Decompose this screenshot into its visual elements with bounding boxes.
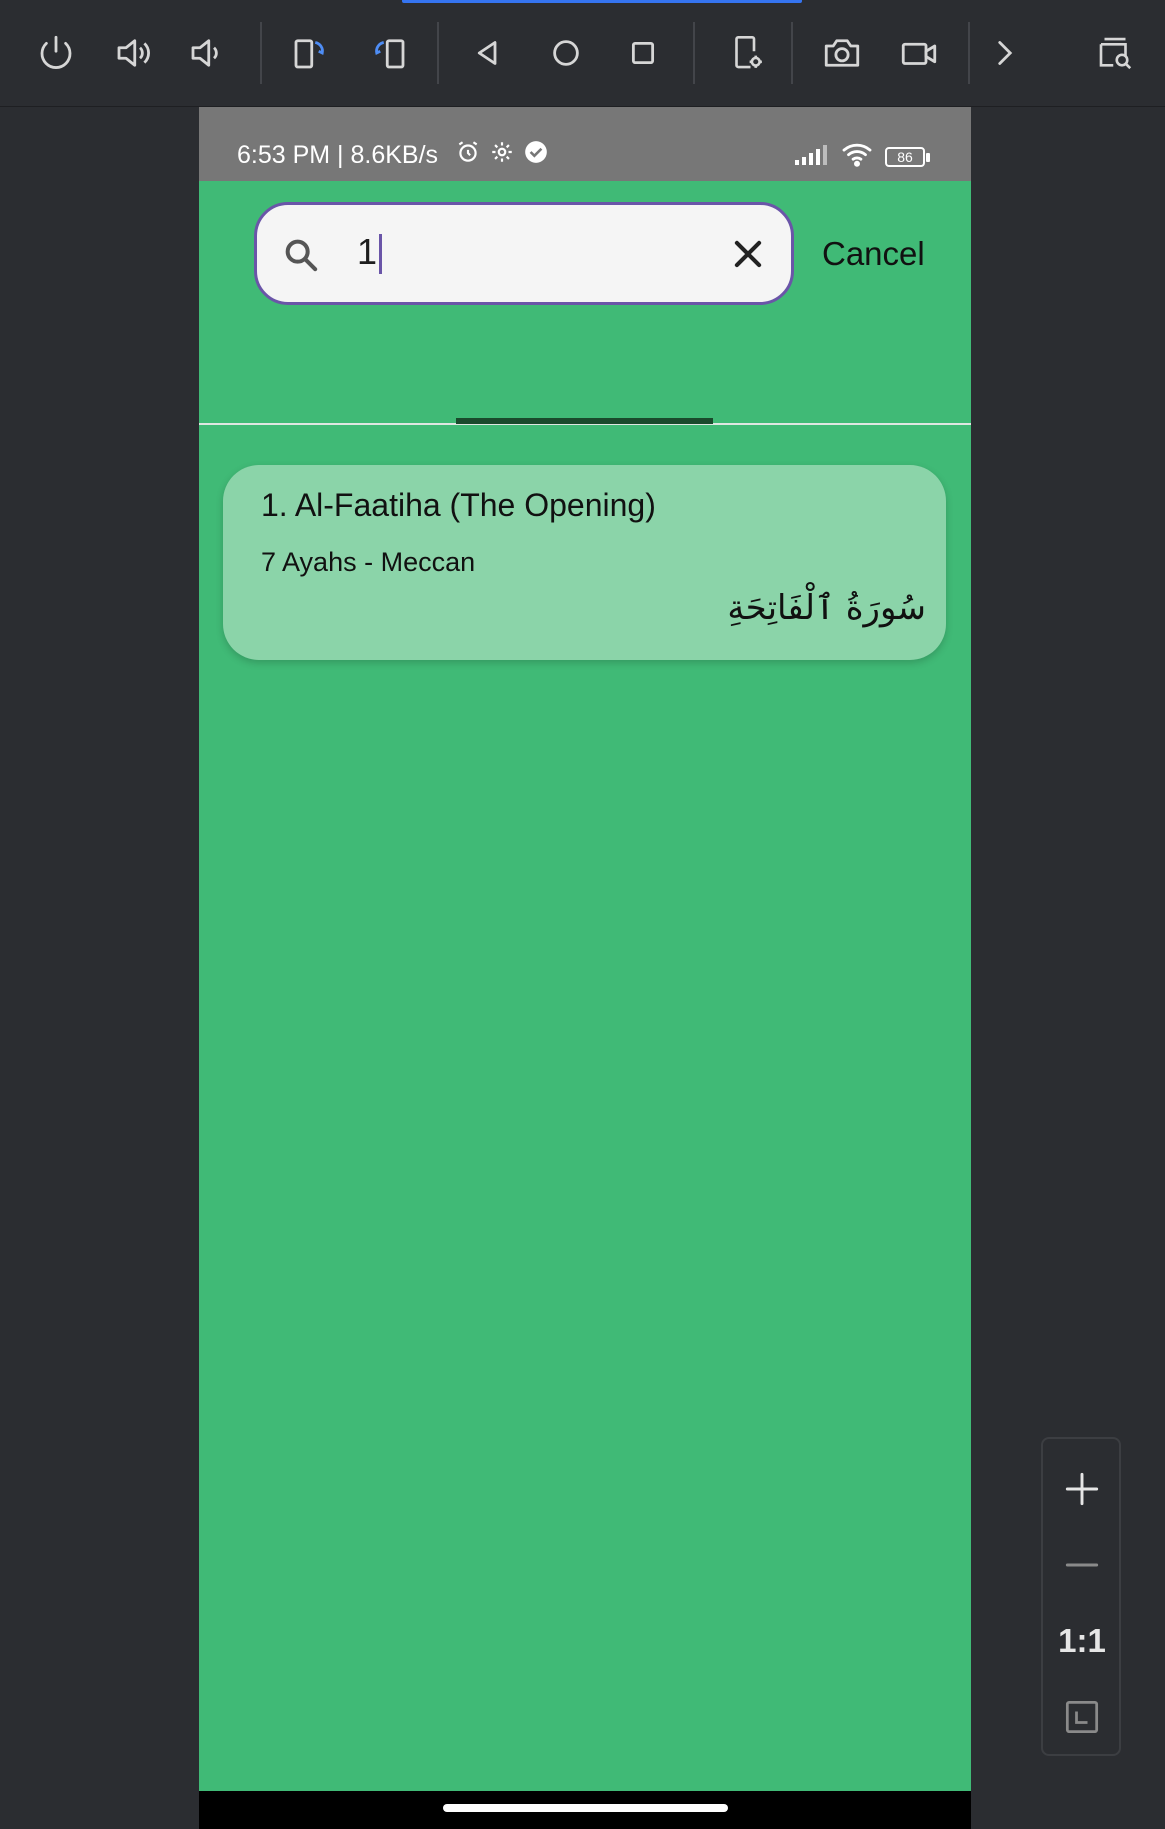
home-indicator[interactable] xyxy=(443,1804,728,1812)
device-screen: 6:53 PM | 8.6KB/s 86 1 Cancel 1. Al-Faat… xyxy=(199,107,971,1829)
surah-result-card[interactable]: 1. Al-Faatiha (The Opening) 7 Ayahs - Me… xyxy=(223,465,946,660)
battery-icon: 86 xyxy=(885,146,931,169)
cancel-button[interactable]: Cancel xyxy=(822,235,925,273)
zoom-in-icon[interactable] xyxy=(1043,1459,1121,1519)
video-icon[interactable] xyxy=(892,26,946,80)
rotate-left-icon[interactable] xyxy=(283,26,337,80)
battery-level: 86 xyxy=(897,148,913,165)
status-bar: 6:53 PM | 8.6KB/s 86 xyxy=(199,107,971,181)
camera-icon[interactable] xyxy=(815,26,869,80)
back-icon[interactable] xyxy=(461,26,515,80)
volume-down-icon[interactable] xyxy=(180,26,234,80)
check-circle-icon xyxy=(523,139,549,172)
rotate-right-icon[interactable] xyxy=(362,26,416,80)
settings-gear-icon xyxy=(489,139,515,172)
zoom-controls: 1:1 xyxy=(1041,1437,1121,1756)
wifi-icon xyxy=(841,141,873,174)
search-icon xyxy=(285,239,318,272)
search-value: 1 xyxy=(357,231,383,275)
zoom-actual-size-button[interactable]: 1:1 xyxy=(1043,1611,1121,1671)
surah-subtitle: 7 Ayahs - Meccan xyxy=(261,547,476,577)
toolbar-separator xyxy=(260,22,262,84)
text-caret xyxy=(379,234,383,275)
home-icon[interactable] xyxy=(539,26,593,80)
signal-icon xyxy=(793,142,829,173)
emulator-toolbar xyxy=(0,0,1165,107)
power-icon[interactable] xyxy=(29,26,83,80)
toolbar-separator xyxy=(693,22,695,84)
device-explorer-icon[interactable] xyxy=(1088,26,1142,80)
toolbar-separator xyxy=(437,22,439,84)
surah-title: 1. Al-Faatiha (The Opening) xyxy=(261,487,656,523)
zoom-fit-icon[interactable] xyxy=(1043,1687,1121,1747)
zoom-out-icon[interactable] xyxy=(1043,1535,1121,1595)
clear-icon[interactable] xyxy=(729,235,767,273)
search-input[interactable]: 1 xyxy=(254,202,794,305)
tab-selected-indicator xyxy=(456,418,713,424)
toolbar-separator xyxy=(968,22,970,84)
overview-icon[interactable] xyxy=(616,26,670,80)
more-icon[interactable] xyxy=(978,26,1032,80)
device-settings-icon[interactable] xyxy=(720,26,774,80)
status-time: 6:53 PM | 8.6KB/s xyxy=(237,141,439,169)
toolbar-separator xyxy=(791,22,793,84)
volume-up-icon[interactable] xyxy=(106,26,160,80)
alarm-icon xyxy=(455,139,481,172)
surah-arabic-name: سُورَةُ ٱلْفَاتِحَةِ xyxy=(727,588,926,628)
active-indicator xyxy=(402,0,802,3)
